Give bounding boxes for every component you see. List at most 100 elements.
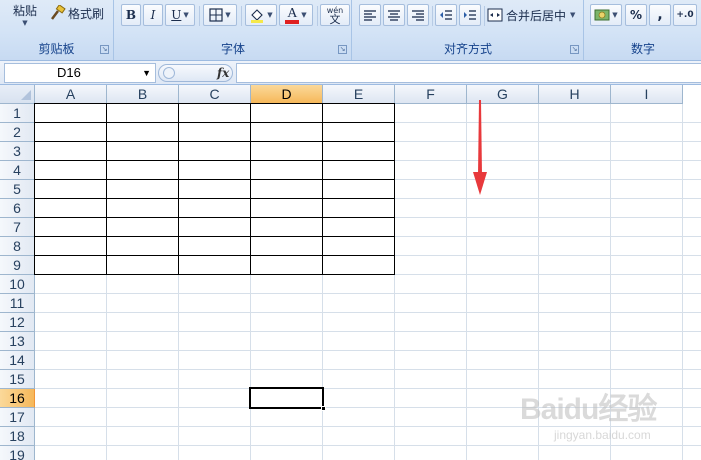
cell-b5[interactable] bbox=[106, 179, 179, 199]
font-dialog-launcher[interactable]: ↘ bbox=[338, 45, 347, 54]
cell-b7[interactable] bbox=[106, 217, 179, 237]
cell-d9[interactable] bbox=[250, 255, 323, 275]
accounting-format-button[interactable]: ▼ bbox=[590, 4, 622, 26]
cell-a4[interactable] bbox=[34, 160, 107, 180]
cell-c7[interactable] bbox=[178, 217, 251, 237]
cell-a1[interactable] bbox=[34, 103, 107, 123]
active-cell-d16[interactable] bbox=[249, 387, 326, 411]
insert-function-button[interactable]: fx bbox=[217, 65, 229, 81]
column-header-e[interactable]: E bbox=[323, 85, 395, 104]
font-color-button[interactable]: A ▼ bbox=[279, 4, 313, 26]
cell-c4[interactable] bbox=[178, 160, 251, 180]
merge-center-button[interactable]: 合并后居中 ▼ bbox=[487, 4, 575, 26]
align-left-button[interactable] bbox=[359, 4, 381, 26]
fill-handle[interactable] bbox=[321, 406, 326, 411]
cell-e6[interactable] bbox=[322, 198, 395, 218]
bold-button[interactable]: B bbox=[121, 4, 141, 26]
clipboard-dialog-launcher[interactable]: ↘ bbox=[100, 45, 109, 54]
column-header-a[interactable]: A bbox=[35, 85, 107, 104]
column-header-c[interactable]: C bbox=[179, 85, 251, 104]
cell-b6[interactable] bbox=[106, 198, 179, 218]
cell-c1[interactable] bbox=[178, 103, 251, 123]
increase-decimal-button[interactable]: +.0 bbox=[673, 4, 697, 26]
italic-button[interactable]: I bbox=[143, 4, 163, 26]
row-header-4[interactable]: 4 bbox=[0, 161, 35, 180]
name-box[interactable]: D16 ▼ bbox=[4, 63, 156, 83]
underline-button[interactable]: U ▼ bbox=[165, 4, 195, 26]
paste-button[interactable]: 粘贴 ▼ bbox=[8, 0, 42, 28]
cell-c2[interactable] bbox=[178, 122, 251, 142]
cell-c9[interactable] bbox=[178, 255, 251, 275]
row-header-12[interactable]: 12 bbox=[0, 313, 35, 332]
cell-b9[interactable] bbox=[106, 255, 179, 275]
cell-d2[interactable] bbox=[250, 122, 323, 142]
align-right-button[interactable] bbox=[407, 4, 429, 26]
fill-color-button[interactable]: ▼ bbox=[245, 4, 277, 26]
cell-d8[interactable] bbox=[250, 236, 323, 256]
cell-a6[interactable] bbox=[34, 198, 107, 218]
row-header-7[interactable]: 7 bbox=[0, 218, 35, 237]
row-header-9[interactable]: 9 bbox=[0, 256, 35, 275]
cell-a7[interactable] bbox=[34, 217, 107, 237]
cell-e9[interactable] bbox=[322, 255, 395, 275]
row-header-5[interactable]: 5 bbox=[0, 180, 35, 199]
cell-e3[interactable] bbox=[322, 141, 395, 161]
cell-b2[interactable] bbox=[106, 122, 179, 142]
cell-d5[interactable] bbox=[250, 179, 323, 199]
cell-d7[interactable] bbox=[250, 217, 323, 237]
comma-style-button[interactable]: , bbox=[649, 4, 671, 26]
align-center-button[interactable] bbox=[383, 4, 405, 26]
cell-a5[interactable] bbox=[34, 179, 107, 199]
cell-b4[interactable] bbox=[106, 160, 179, 180]
select-all-button[interactable] bbox=[0, 85, 35, 104]
cell-c5[interactable] bbox=[178, 179, 251, 199]
row-header-18[interactable]: 18 bbox=[0, 427, 35, 446]
cell-c6[interactable] bbox=[178, 198, 251, 218]
cell-b1[interactable] bbox=[106, 103, 179, 123]
column-header-b[interactable]: B bbox=[107, 85, 179, 104]
row-header-1[interactable]: 1 bbox=[0, 104, 35, 123]
row-header-6[interactable]: 6 bbox=[0, 199, 35, 218]
cell-d4[interactable] bbox=[250, 160, 323, 180]
cell-e1[interactable] bbox=[322, 103, 395, 123]
cell-a3[interactable] bbox=[34, 141, 107, 161]
cell-d3[interactable] bbox=[250, 141, 323, 161]
chevron-down-icon[interactable]: ▼ bbox=[142, 64, 151, 82]
formula-divider-handle[interactable] bbox=[163, 67, 175, 79]
row-header-10[interactable]: 10 bbox=[0, 275, 35, 294]
borders-button[interactable]: ▼ bbox=[203, 4, 237, 26]
column-header-i[interactable]: I bbox=[611, 85, 683, 104]
cell-a9[interactable] bbox=[34, 255, 107, 275]
cell-e8[interactable] bbox=[322, 236, 395, 256]
phonetic-button[interactable]: wén 文 bbox=[320, 4, 350, 26]
row-header-16[interactable]: 16 bbox=[0, 389, 35, 408]
column-header-h[interactable]: H bbox=[539, 85, 611, 104]
cell-b3[interactable] bbox=[106, 141, 179, 161]
cell-d6[interactable] bbox=[250, 198, 323, 218]
row-header-11[interactable]: 11 bbox=[0, 294, 35, 313]
column-header-d[interactable]: D bbox=[251, 85, 323, 104]
row-header-14[interactable]: 14 bbox=[0, 351, 35, 370]
cell-e4[interactable] bbox=[322, 160, 395, 180]
increase-indent-button[interactable] bbox=[459, 4, 481, 26]
format-painter-button[interactable]: 格式刷 bbox=[50, 4, 104, 22]
formula-input[interactable] bbox=[236, 63, 701, 83]
cell-e5[interactable] bbox=[322, 179, 395, 199]
cell-a2[interactable] bbox=[34, 122, 107, 142]
decrease-indent-button[interactable] bbox=[435, 4, 457, 26]
row-header-15[interactable]: 15 bbox=[0, 370, 35, 389]
row-header-2[interactable]: 2 bbox=[0, 123, 35, 142]
row-header-19[interactable]: 19 bbox=[0, 446, 35, 460]
cell-c8[interactable] bbox=[178, 236, 251, 256]
cell-b8[interactable] bbox=[106, 236, 179, 256]
row-header-8[interactable]: 8 bbox=[0, 237, 35, 256]
cell-a8[interactable] bbox=[34, 236, 107, 256]
row-header-3[interactable]: 3 bbox=[0, 142, 35, 161]
alignment-dialog-launcher[interactable]: ↘ bbox=[570, 45, 579, 54]
cell-d1[interactable] bbox=[250, 103, 323, 123]
cell-e2[interactable] bbox=[322, 122, 395, 142]
row-header-17[interactable]: 17 bbox=[0, 408, 35, 427]
cell-c3[interactable] bbox=[178, 141, 251, 161]
row-header-13[interactable]: 13 bbox=[0, 332, 35, 351]
cell-e7[interactable] bbox=[322, 217, 395, 237]
